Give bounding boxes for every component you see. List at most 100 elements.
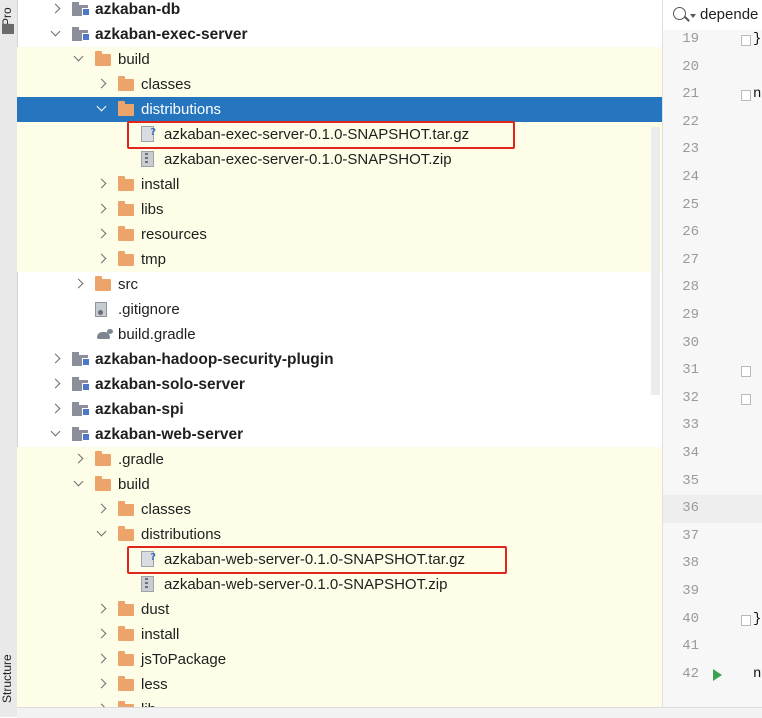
tree-row[interactable]: .gradle	[17, 447, 662, 472]
tree-row[interactable]: libs	[17, 197, 662, 222]
chevron-right-icon[interactable]	[96, 622, 108, 647]
editor-line[interactable]: 21 n	[663, 81, 762, 109]
tree-row[interactable]: dust	[17, 597, 662, 622]
line-number: 37	[682, 527, 699, 544]
tree-row[interactable]: classes	[17, 72, 662, 97]
editor-line[interactable]: 39	[663, 578, 762, 606]
chevron-right-icon[interactable]	[96, 672, 108, 697]
chevron-right-icon[interactable]	[73, 272, 85, 297]
tree-row-label: azkaban-hadoop-security-plugin	[95, 351, 334, 368]
chevron-down-icon[interactable]	[50, 422, 62, 447]
editor-line[interactable]: 34	[663, 440, 762, 468]
editor-line[interactable]: 31	[663, 357, 762, 385]
chevron-down-icon[interactable]	[73, 472, 85, 497]
editor-line[interactable]: 35	[663, 468, 762, 496]
chevron-right-icon[interactable]	[50, 0, 62, 22]
fold-marker-icon[interactable]	[741, 90, 751, 102]
editor-line[interactable]: 30	[663, 330, 762, 358]
tree-row[interactable]: azkaban-db	[17, 0, 662, 22]
chevron-right-icon[interactable]	[50, 347, 62, 372]
chevron-down-icon[interactable]	[50, 22, 62, 47]
editor-line[interactable]: 22	[663, 109, 762, 137]
editor-line[interactable]: 27	[663, 247, 762, 275]
editor-line[interactable]: 40}	[663, 606, 762, 634]
tree-row[interactable]: .gitignore	[17, 297, 662, 322]
editor-line[interactable]: 42 n	[663, 661, 762, 689]
run-gutter-icon[interactable]	[713, 668, 722, 681]
tree-row[interactable]: build.gradle	[17, 322, 662, 347]
chevron-right-icon[interactable]	[96, 497, 108, 522]
tree-row[interactable]: azkaban-web-server	[17, 422, 662, 447]
chevron-right-icon[interactable]	[96, 597, 108, 622]
fold-marker-icon[interactable]	[741, 366, 751, 378]
line-number: 25	[682, 196, 699, 213]
chevron-right-icon[interactable]	[96, 647, 108, 672]
editor-line[interactable]: 19}	[663, 26, 762, 54]
module-icon	[72, 402, 90, 416]
tree-row[interactable]: azkaban-web-server-0.1.0-SNAPSHOT.zip	[17, 572, 662, 597]
tree-row[interactable]: tmp	[17, 247, 662, 272]
tree-row[interactable]: azkaban-exec-server-0.1.0-SNAPSHOT.zip	[17, 147, 662, 172]
fold-marker-icon[interactable]	[741, 35, 751, 46]
editor-line[interactable]: 25	[663, 192, 762, 220]
tree-row[interactable]: azkaban-solo-server	[17, 372, 662, 397]
chevron-right-icon[interactable]	[96, 72, 108, 97]
editor-line[interactable]: 29	[663, 302, 762, 330]
fold-marker-icon[interactable]	[741, 614, 751, 626]
tree-row[interactable]: src	[17, 272, 662, 297]
tree-scrollbar[interactable]	[651, 127, 660, 395]
tree-row[interactable]: azkaban-spi	[17, 397, 662, 422]
tree-row[interactable]: install	[17, 172, 662, 197]
tree-row[interactable]: azkaban-exec-server	[17, 22, 662, 47]
tree-row[interactable]: install	[17, 622, 662, 647]
code-editor[interactable]: depende 19} 20 21 n 22 23 24 25 26 27 28 29 30 31 32 33…	[662, 0, 762, 717]
tree-row[interactable]: build	[17, 472, 662, 497]
editor-line[interactable]: 37	[663, 523, 762, 551]
tree-row[interactable]: classes	[17, 497, 662, 522]
tree-row[interactable]: azkaban-web-server-0.1.0-SNAPSHOT.tar.gz	[17, 545, 662, 572]
editor-line[interactable]: 38	[663, 550, 762, 578]
search-icon[interactable]	[673, 7, 686, 20]
editor-line[interactable]: 33	[663, 412, 762, 440]
editor-line[interactable]: 28	[663, 274, 762, 302]
chevron-down-icon[interactable]	[96, 97, 108, 122]
chevron-right-icon[interactable]	[50, 372, 62, 397]
tree-row-label: azkaban-exec-server	[95, 26, 248, 43]
tree-row[interactable]: distributions	[17, 97, 662, 122]
line-number: 19	[682, 31, 699, 47]
chevron-right-icon[interactable]	[96, 247, 108, 272]
editor-line[interactable]: 36	[663, 495, 762, 523]
structure-tab[interactable]: Structure	[0, 649, 17, 709]
tree-row[interactable]: resources	[17, 222, 662, 247]
chevron-right-icon[interactable]	[96, 172, 108, 197]
editor-line[interactable]: 24	[663, 164, 762, 192]
editor-line[interactable]: 26	[663, 219, 762, 247]
fold-marker-icon[interactable]	[741, 393, 751, 405]
editor-line[interactable]: 32	[663, 385, 762, 413]
editor-line[interactable]: 41	[663, 633, 762, 661]
chevron-right-icon[interactable]	[96, 222, 108, 247]
chevron-right-icon[interactable]	[73, 447, 85, 472]
chevron-down-icon[interactable]	[73, 47, 85, 72]
tree-row-label: distributions	[141, 526, 222, 543]
tree-row-label: azkaban-web-server-0.1.0-SNAPSHOT.zip	[164, 576, 448, 593]
search-history-chevron-icon[interactable]	[690, 14, 696, 18]
chevron-down-icon[interactable]	[96, 522, 108, 547]
chevron-right-icon[interactable]	[96, 197, 108, 222]
line-number: 30	[682, 334, 699, 351]
tree-row-label: azkaban-spi	[95, 401, 184, 418]
horizontal-scrollbar[interactable]	[17, 707, 762, 718]
editor-line[interactable]: 23	[663, 136, 762, 164]
line-number: 22	[682, 113, 699, 130]
tree-row[interactable]: distributions	[17, 522, 662, 547]
tree-row[interactable]: less	[17, 672, 662, 697]
folder-icon	[95, 51, 111, 66]
chevron-right-icon[interactable]	[50, 397, 62, 422]
tree-row[interactable]: jsToPackage	[17, 647, 662, 672]
editor-line[interactable]: 20	[663, 54, 762, 82]
tree-row[interactable]: azkaban-hadoop-security-plugin	[17, 347, 662, 372]
tree-row-label: azkaban-web-server-0.1.0-SNAPSHOT.tar.gz	[164, 551, 465, 568]
project-tree[interactable]: azkaban-db azkaban-exec-server build classe…	[17, 0, 662, 717]
tree-row[interactable]: azkaban-exec-server-0.1.0-SNAPSHOT.tar.g…	[17, 120, 662, 147]
tree-row[interactable]: build	[17, 47, 662, 72]
